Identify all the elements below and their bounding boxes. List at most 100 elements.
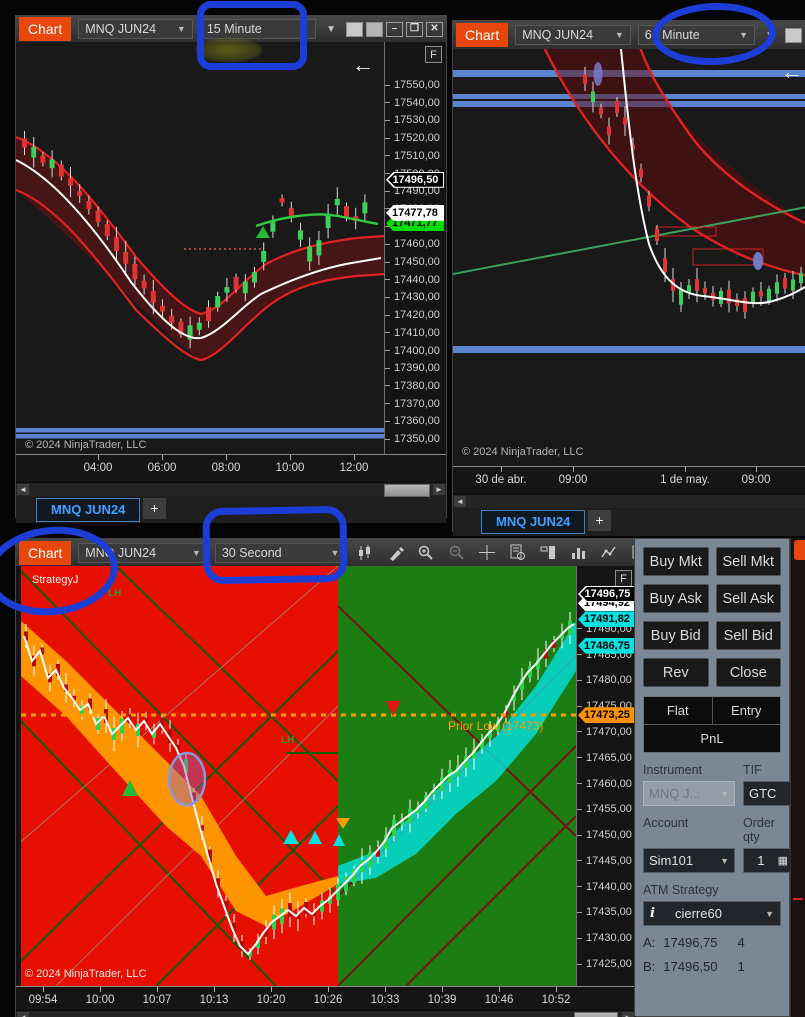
- interval-value: 15 Minute: [206, 22, 262, 36]
- scroll-left-icon[interactable]: ◄: [17, 484, 29, 495]
- sell-bid-button[interactable]: Sell Bid: [715, 621, 781, 650]
- workspace-button[interactable]: [785, 27, 802, 43]
- drawing-tools-icon[interactable]: [384, 543, 408, 563]
- price-tick: 17390,00: [385, 361, 440, 375]
- tab-mnq-jun24[interactable]: MNQ JUN24: [36, 498, 141, 522]
- flat-tab[interactable]: Flat: [644, 697, 713, 724]
- crosshair-icon[interactable]: [475, 543, 499, 563]
- time-tick: [556, 987, 557, 992]
- price-tick: 17440,00: [385, 273, 440, 287]
- close-button[interactable]: ✕: [426, 21, 443, 37]
- chart-panel-icon[interactable]: [536, 543, 560, 563]
- titlebar[interactable]: Chart MNQ JUN24 ▼ 60 Minute ▼ ▼: [453, 21, 805, 49]
- horizontal-scrollbar[interactable]: ◄ ►: [16, 1010, 636, 1017]
- time-tick: [354, 455, 355, 460]
- price-tick: 17460,00: [577, 777, 632, 791]
- keltner-band-fill: [544, 49, 805, 276]
- price-value: 17496,75: [663, 935, 718, 950]
- chevron-down-icon: ▼: [300, 24, 310, 34]
- price-tick: 17380,00: [385, 379, 440, 393]
- price-tick: 17430,00: [385, 290, 440, 304]
- sell-mkt-button[interactable]: Sell Mkt: [715, 547, 781, 576]
- chart-graphics-30sec: [16, 566, 576, 986]
- interval-select[interactable]: 30 Second ▼: [214, 542, 347, 563]
- workspace-button[interactable]: [346, 21, 363, 37]
- tab-mnq-jun24[interactable]: MNQ JUN24: [481, 510, 586, 534]
- close-button[interactable]: Close: [715, 658, 781, 687]
- price-tick: 17540,00: [385, 96, 440, 110]
- price-tick: 17530,00: [385, 113, 440, 127]
- instrument-select: MNQ J... ▼: [643, 781, 735, 806]
- instrument-select[interactable]: MNQ JUN24 ▼: [515, 25, 631, 45]
- workspace-button[interactable]: [366, 21, 383, 37]
- price-axis[interactable]: F 17550,00 17540,00 17530,00 17520,00 17510,…: [384, 42, 446, 454]
- order-qty-label: Order qty: [743, 816, 775, 844]
- info-icon[interactable]: i: [650, 906, 655, 921]
- price-tick: 17360,00: [385, 414, 440, 428]
- scroll-right-icon[interactable]: ►: [433, 484, 445, 495]
- calculator-icon[interactable]: ▦: [778, 854, 788, 867]
- entry-tab[interactable]: Entry: [713, 697, 781, 724]
- interval-select[interactable]: 60 Minute ▼: [637, 25, 756, 45]
- chevron-down-icon[interactable]: ▼: [762, 30, 778, 41]
- chevron-down-icon: ▼: [191, 547, 201, 558]
- horizontal-scrollbar[interactable]: ◄ ►: [16, 482, 446, 497]
- price-tick: 17465,00: [577, 751, 632, 765]
- time-label: 09:00: [558, 474, 588, 486]
- lh-label: LH: [108, 588, 122, 599]
- fit-axis-button[interactable]: F: [425, 46, 442, 63]
- time-label: 09:00: [741, 474, 771, 486]
- time-label: 1 de may.: [660, 474, 710, 486]
- chart-style-icon[interactable]: [353, 543, 377, 563]
- fit-axis-button[interactable]: F: [615, 570, 632, 587]
- tab-row: MNQ JUN24 +: [453, 508, 805, 536]
- zoom-in-icon[interactable]: [414, 543, 438, 563]
- rev-button[interactable]: Rev: [643, 658, 709, 687]
- indicators-icon[interactable]: [598, 543, 622, 563]
- atm-strategy-select[interactable]: i cierre60 ▼: [643, 901, 781, 926]
- time-label: 06:00: [147, 462, 177, 474]
- data-box-icon[interactable]: [506, 543, 530, 563]
- jump-to-latest-arrow-icon[interactable]: ←: [781, 61, 803, 83]
- copyright-text: © 2024 NinjaTrader, LLC: [462, 446, 584, 458]
- horizontal-scrollbar[interactable]: ◄: [453, 494, 805, 508]
- minimize-button[interactable]: –: [386, 21, 403, 37]
- instrument-select[interactable]: MNQ JUN24 ▼: [78, 542, 208, 563]
- pnl-button[interactable]: PnL: [644, 724, 780, 752]
- add-tab-button[interactable]: +: [143, 498, 166, 519]
- red-dash: [793, 898, 803, 900]
- marker-ellipse: [593, 62, 603, 86]
- sell-ask-button[interactable]: Sell Ask: [715, 584, 781, 613]
- price-tick: 17350,00: [385, 432, 440, 446]
- scroll-left-icon[interactable]: ◄: [454, 496, 466, 507]
- chart-area-15min[interactable]: ← F 17550,00 17540,00 17530,00 17520,00 1751…: [16, 42, 446, 454]
- interval-select[interactable]: 15 Minute ▼: [199, 19, 317, 39]
- zoom-out-icon[interactable]: [445, 543, 469, 563]
- chevron-down-icon: ▼: [739, 30, 749, 40]
- app-badge: Chart: [19, 17, 72, 41]
- maximize-button[interactable]: ❐: [406, 21, 423, 37]
- lh-label: LH: [281, 735, 295, 746]
- buy-bid-button[interactable]: Buy Bid: [643, 621, 709, 650]
- chart-area-60min[interactable]: ← © 2024 NinjaTrader, LLC: [453, 49, 805, 466]
- instrument-select[interactable]: MNQ JUN24 ▼: [78, 19, 193, 39]
- scroll-slider[interactable]: [384, 484, 430, 497]
- price-tick: 17425,00: [577, 957, 632, 971]
- chart-window-60min: Chart MNQ JUN24 ▼ 60 Minute ▼ ▼ ← © 2024…: [452, 20, 805, 536]
- chevron-down-icon[interactable]: ▼: [323, 24, 339, 35]
- scroll-slider[interactable]: [574, 1012, 618, 1017]
- scroll-left-icon[interactable]: ◄: [17, 1012, 29, 1017]
- tif-label: TIF: [743, 763, 762, 777]
- account-select[interactable]: Sim101 ▼: [643, 848, 735, 873]
- buy-mkt-button[interactable]: Buy Mkt: [643, 547, 709, 576]
- instrument-value: MNQ JUN24: [85, 22, 157, 36]
- tab-row: MNQ JUN24 +: [16, 496, 446, 523]
- add-tab-button[interactable]: +: [588, 510, 611, 531]
- scroll-right-icon[interactable]: ►: [622, 1012, 634, 1017]
- buy-ask-button[interactable]: Buy Ask: [643, 584, 709, 613]
- volume-histogram-icon[interactable]: [567, 543, 591, 563]
- chart-area-30sec[interactable]: StrategyJ LH LH Prior Low (17473) F 1749…: [16, 566, 636, 986]
- jump-to-latest-arrow-icon[interactable]: ←: [352, 54, 374, 76]
- price-axis[interactable]: F 17490,00 17485,00 17480,00 17475,00 17470,…: [576, 566, 636, 986]
- price-tick: 17455,00: [577, 802, 632, 816]
